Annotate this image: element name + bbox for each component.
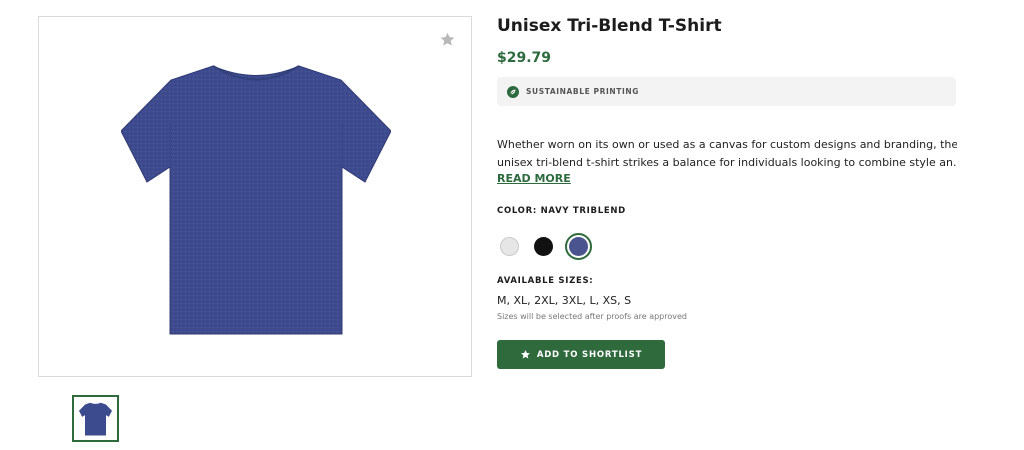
swatch-black[interactable] xyxy=(534,237,553,256)
thumbnail-shirt xyxy=(79,402,112,435)
product-title: Unisex Tri-Blend T-Shirt xyxy=(497,16,722,36)
description-line: Whether worn on its own or used as a can… xyxy=(497,138,957,151)
leaf-icon xyxy=(507,85,519,98)
thumbnail-image[interactable] xyxy=(72,395,119,442)
sizes-note: Sizes will be selected after proofs are … xyxy=(497,312,687,321)
product-price: $29.79 xyxy=(497,50,552,66)
sizes-label: AVAILABLE SIZES: xyxy=(497,276,594,286)
description-line: unisex tri-blend t-shirt strikes a balan… xyxy=(497,156,957,169)
sustainable-badge: Sustainable Printing xyxy=(497,77,956,106)
color-label: COLOR: NAVY TRIBLEND xyxy=(497,206,626,216)
swatch-navy-triblend[interactable] xyxy=(565,233,592,260)
swatch-light-grey[interactable] xyxy=(500,237,519,256)
star-icon xyxy=(440,32,454,46)
product-description: Whether worn on its own or used as a can… xyxy=(497,136,957,172)
product-image-panel xyxy=(38,16,472,377)
badge-label: Sustainable Printing xyxy=(526,87,640,96)
star-icon xyxy=(520,350,530,359)
read-more-link[interactable]: READ MORE xyxy=(497,172,571,185)
sizes-list: M, XL, 2XL, 3XL, L, XS, S xyxy=(497,294,632,307)
favorite-button[interactable] xyxy=(437,29,457,49)
shortlist-button-label: ADD TO SHORTLIST xyxy=(536,349,643,360)
add-to-shortlist-button[interactable]: ADD TO SHORTLIST xyxy=(497,340,665,369)
product-image xyxy=(121,65,391,335)
